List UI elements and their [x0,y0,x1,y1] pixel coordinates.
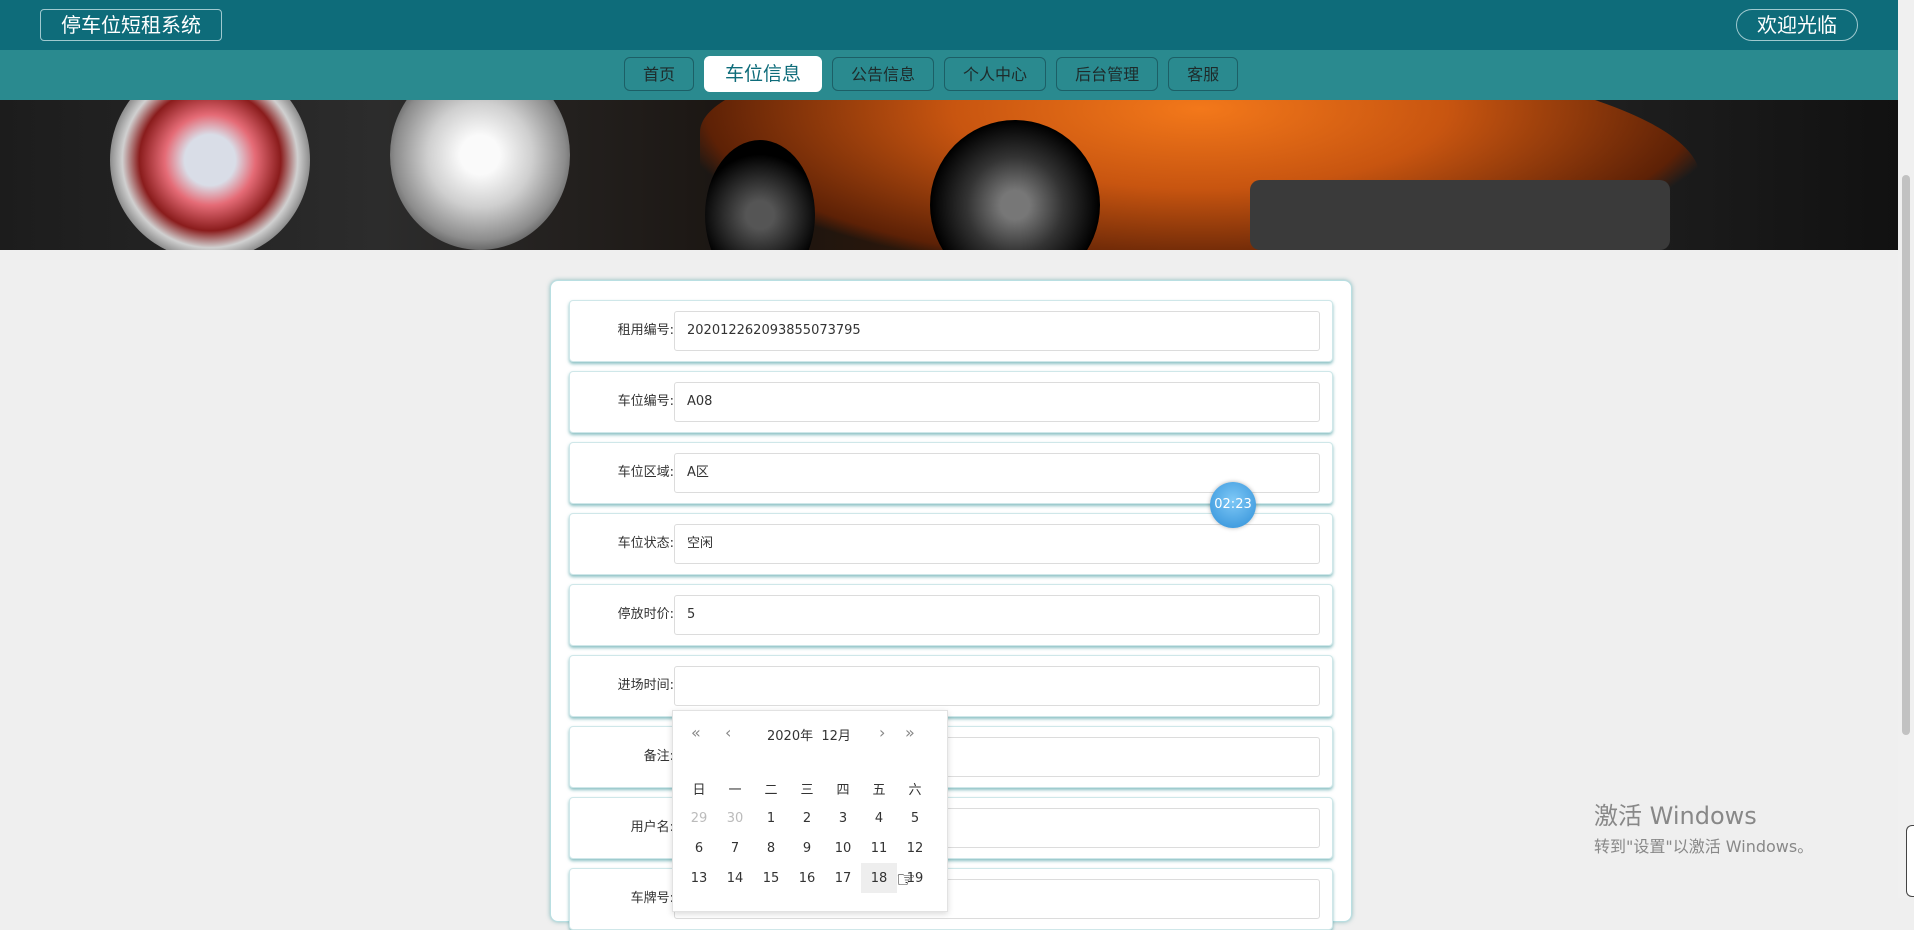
nav-item-admin[interactable]: 后台管理 [1056,57,1159,91]
prev-month-icon[interactable]: ‹ [725,723,731,742]
watermark-title: 激活 Windows [1594,802,1757,830]
nav-bar: 首页 车位信息 公告信息 个人中心 后台管理 客服 [0,50,1898,100]
watermark-subtitle: 转到"设置"以激活 Windows。 [1594,837,1814,856]
date-picker-year[interactable]: 2020年 [767,729,813,744]
calendar-day[interactable]: 1 [753,803,789,833]
nav-item-home[interactable]: 首页 [624,57,695,91]
weekday-label: 四 [836,782,850,798]
banner-image-car-front [1250,180,1670,250]
entry-time-input[interactable] [674,666,1320,706]
calendar-week-row: 29 30 1 2 3 4 5 [681,803,933,833]
hourly-price-label: 停放时价: [617,607,674,622]
weekday-label: 二 [764,782,778,798]
spot-id-input[interactable]: A08 [674,382,1320,422]
site-title[interactable]: 停车位短租系统 [40,9,222,41]
prev-year-icon[interactable]: « [691,723,701,742]
calendar-day[interactable]: 30 [717,803,753,833]
banner-carousel[interactable] [0,100,1898,250]
calendar-day[interactable]: 3 [825,803,861,833]
date-picker-title: 2020年 12月 [767,725,851,744]
weekday-label: 五 [872,782,886,798]
nav-item-personal-center[interactable]: 个人中心 [944,57,1047,91]
top-bar: 停车位短租系统 欢迎光临 [0,0,1898,50]
weekday-label: 三 [800,782,814,798]
username-label: 用户名: [630,820,674,835]
calendar-day-hovered[interactable]: 18 [861,863,897,893]
calendar-day[interactable]: 15 [753,863,789,893]
side-panel-tab[interactable] [1906,825,1914,897]
calendar-day[interactable]: 16 [789,863,825,893]
hourly-price-input[interactable]: 5 [674,595,1320,635]
calendar-day[interactable]: 6 [681,833,717,863]
calendar-day[interactable]: 7 [717,833,753,863]
scrollbar-thumb[interactable] [1902,175,1910,735]
form-row-spot-id: 车位编号: A08 [569,371,1333,433]
nav-item-announcements[interactable]: 公告信息 [832,57,935,91]
booking-form: 租用编号: 202012262093855073795 车位编号: A08 车位… [550,280,1352,930]
banner-image-wheel [110,100,310,250]
calendar-day[interactable]: 10 [825,833,861,863]
welcome-badge: 欢迎光临 [1736,9,1858,41]
date-picker-month[interactable]: 12月 [821,729,851,744]
spot-id-label: 车位编号: [617,394,674,409]
calendar-day[interactable]: 11 [861,833,897,863]
form-row-entry-time: 进场时间: [569,655,1333,717]
nav-item-parking-info[interactable]: 车位信息 [704,56,823,92]
calendar-day[interactable]: 5 [897,803,933,833]
page-scrollbar[interactable] [1898,0,1914,898]
weekday-label: 六 [908,782,922,798]
next-month-icon[interactable]: › [879,723,885,742]
calendar-week-row: 6 7 8 9 10 11 12 [681,833,933,863]
calendar-day[interactable]: 2 [789,803,825,833]
calendar-day[interactable]: 29 [681,803,717,833]
rental-id-label: 租用编号: [617,323,674,338]
weekday-label: 日 [692,782,706,798]
nav-item-customer-service[interactable]: 客服 [1168,57,1239,91]
entry-time-label: 进场时间: [617,678,674,693]
form-row-hourly-price: 停放时价: 5 [569,584,1333,646]
windows-activation-watermark: 激活 Windows 转到"设置"以激活 Windows。 [1594,796,1813,857]
weekday-label: 一 [728,782,742,798]
remarks-label: 备注: [643,749,674,764]
spot-area-label: 车位区域: [617,465,674,480]
nav-menu: 首页 车位信息 公告信息 个人中心 后台管理 客服 [624,56,1239,92]
calendar-day[interactable]: 13 [681,863,717,893]
calendar-day[interactable]: 9 [789,833,825,863]
weekday-header-row: 日 一 二 三 四 五 六 [681,773,933,803]
banner-image-wheel [390,100,570,250]
next-year-icon[interactable]: » [905,723,915,742]
spot-status-label: 车位状态: [617,536,674,551]
rental-id-input[interactable]: 202012262093855073795 [674,311,1320,351]
calendar-day[interactable]: 14 [717,863,753,893]
calendar-day[interactable]: 12 [897,833,933,863]
calendar-day[interactable]: 17 [825,863,861,893]
form-row-rental-id: 租用编号: 202012262093855073795 [569,300,1333,362]
floating-timer[interactable]: 02:23 [1210,482,1256,528]
calendar-day[interactable]: 4 [861,803,897,833]
date-picker-header: « ‹ 2020年 12月 › » [673,711,947,755]
plate-number-label: 车牌号: [630,891,674,906]
hand-cursor-icon: ☞ [896,868,916,893]
spot-status-input[interactable]: 空闲 [674,524,1320,564]
calendar-day[interactable]: 8 [753,833,789,863]
